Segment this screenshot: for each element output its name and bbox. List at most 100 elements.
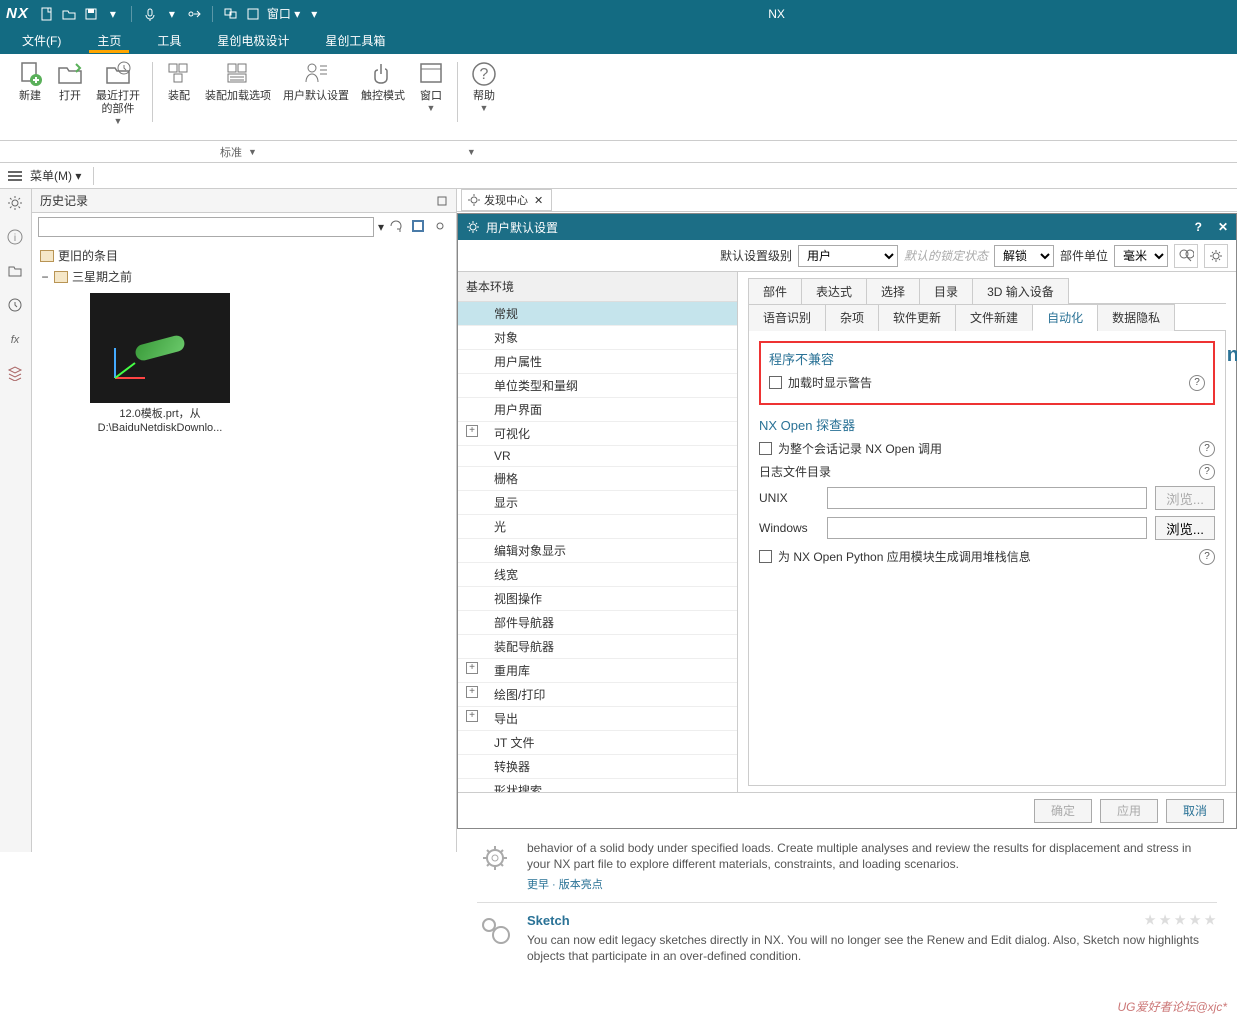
ribbon-assembly[interactable]: 装配 [159, 58, 199, 140]
tab[interactable]: 数据隐私 [1097, 304, 1175, 331]
rating-stars[interactable] [1143, 913, 1217, 932]
ok-button[interactable]: 确定 [1034, 799, 1092, 823]
tree-node[interactable]: 部件导航器 [458, 611, 737, 635]
overflow-icon[interactable]: ▾ [306, 6, 322, 22]
window-single-icon[interactable] [245, 6, 261, 22]
unit-select[interactable]: 毫米 [1114, 245, 1168, 267]
dropdown-icon[interactable]: ▼ [480, 103, 489, 113]
refresh-icon[interactable] [388, 218, 406, 236]
tree-node[interactable]: 转换器 [458, 755, 737, 779]
dropdown-icon[interactable]: ▼ [248, 147, 257, 157]
touch-icon[interactable] [186, 6, 202, 22]
function-icon[interactable]: fx [7, 331, 25, 349]
layers-icon[interactable] [7, 365, 25, 383]
tab[interactable]: 3D 输入设备 [972, 278, 1069, 304]
menu-home[interactable]: 主页 [89, 28, 129, 53]
level-select[interactable]: 用户 [798, 245, 898, 267]
dropdown-icon[interactable]: ▼ [427, 103, 436, 113]
info-icon[interactable]: ? [1189, 375, 1205, 391]
folder-icon[interactable] [7, 263, 25, 281]
menu-sc-electrode[interactable]: 星创电极设计 [209, 28, 297, 53]
tab[interactable]: 表达式 [801, 278, 867, 304]
ribbon-recent[interactable]: 最近打开 的部件 ▼ [90, 58, 146, 140]
window-menu[interactable]: 窗口 ▾ [267, 5, 300, 22]
ribbon-new[interactable]: 新建 [10, 58, 50, 140]
tree-item-older[interactable]: 更旧的条目 [40, 245, 448, 266]
unix-path-input[interactable] [827, 487, 1147, 509]
ribbon-user-defaults[interactable]: 用户默认设置 [277, 58, 355, 140]
menu-button[interactable]: 菜单(M) ▾ [26, 167, 85, 184]
search-button[interactable] [1174, 244, 1198, 268]
tree-node[interactable]: 光 [458, 515, 737, 539]
open-file-icon[interactable] [61, 6, 77, 22]
tree-node[interactable]: 导出 [458, 707, 737, 731]
settings-tree[interactable]: 基本环境 常规对象用户属性单位类型和量纲用户界面可视化VR栅格显示光编辑对象显示… [458, 272, 738, 792]
apply-button[interactable]: 应用 [1100, 799, 1158, 823]
tree-node[interactable]: 可视化 [458, 422, 737, 446]
tree-node[interactable]: 单位类型和量纲 [458, 374, 737, 398]
browse-button-windows[interactable]: 浏览... [1155, 516, 1215, 540]
tree-node[interactable]: 装配导航器 [458, 635, 737, 659]
history-icon[interactable] [7, 297, 25, 315]
ribbon-window[interactable]: 窗口 ▼ [411, 58, 451, 140]
tab[interactable]: 杂项 [825, 304, 879, 331]
tree-node[interactable]: 用户属性 [458, 350, 737, 374]
windows-path-input[interactable] [827, 517, 1147, 539]
mic-icon[interactable] [142, 6, 158, 22]
checkbox-record-session[interactable] [759, 442, 772, 455]
gear-icon[interactable] [7, 195, 25, 213]
tree-node[interactable]: 重用库 [458, 659, 737, 683]
info-icon[interactable]: ? [1199, 549, 1215, 565]
dropdown-icon[interactable]: ▾ [105, 6, 121, 22]
discovery-center-tab[interactable]: 发现中心 ✕ [461, 189, 552, 211]
ribbon-open[interactable]: 打开 [50, 58, 90, 140]
close-icon[interactable]: ✕ [1218, 220, 1228, 234]
tab[interactable]: 自动化 [1032, 304, 1098, 331]
tab[interactable]: 文件新建 [955, 304, 1033, 331]
tree-node[interactable]: 用户界面 [458, 398, 737, 422]
checkbox-show-warning[interactable] [769, 376, 782, 389]
history-thumbnail[interactable]: 12.0模板.prt，从 D:\BaiduNetdiskDownlo... [80, 293, 240, 435]
lock-select[interactable]: 解锁 [994, 245, 1054, 267]
tree-node[interactable]: JT 文件 [458, 731, 737, 755]
dropdown-icon[interactable]: ▾ [378, 220, 384, 234]
tree-node[interactable]: 常规 [458, 302, 737, 326]
gear-icon[interactable] [432, 218, 450, 236]
tab[interactable]: 软件更新 [878, 304, 956, 331]
ribbon-assembly-options[interactable]: 装配加载选项 [199, 58, 277, 140]
help-icon[interactable]: ? [1195, 220, 1202, 234]
tree-node[interactable]: 显示 [458, 491, 737, 515]
close-icon[interactable]: ✕ [532, 194, 545, 207]
tree-node[interactable]: 编辑对象显示 [458, 539, 737, 563]
save-icon[interactable] [83, 6, 99, 22]
new-file-icon[interactable] [39, 6, 55, 22]
view-icon[interactable] [410, 218, 428, 236]
tab[interactable]: 目录 [919, 278, 973, 304]
tree-item-three-weeks[interactable]: − 三星期之前 [40, 266, 448, 287]
menu-sc-toolbox[interactable]: 星创工具箱 [317, 28, 393, 53]
tree-node[interactable]: 视图操作 [458, 587, 737, 611]
card-more-link[interactable]: 更早 · 版本亮点 [527, 876, 1217, 892]
menu-file[interactable]: 文件(F) [14, 28, 69, 53]
tab[interactable]: 语音识别 [748, 304, 826, 331]
search-input[interactable] [38, 217, 374, 237]
pin-icon[interactable] [436, 195, 448, 207]
tree-node[interactable]: 对象 [458, 326, 737, 350]
tab[interactable]: 选择 [866, 278, 920, 304]
window-icon[interactable] [223, 6, 239, 22]
collapse-icon[interactable]: − [40, 270, 50, 284]
tree-node[interactable]: 形状搜索 [458, 779, 737, 792]
checkbox-python-stack[interactable] [759, 550, 772, 563]
info-icon[interactable]: i [7, 229, 25, 247]
dropdown-icon[interactable]: ▼ [467, 147, 476, 157]
tab[interactable]: 部件 [748, 278, 802, 304]
tree-node[interactable]: 线宽 [458, 563, 737, 587]
ribbon-touch-mode[interactable]: 触控模式 [355, 58, 411, 140]
info-icon[interactable]: ? [1199, 441, 1215, 457]
ribbon-help[interactable]: ? 帮助 ▼ [464, 58, 504, 140]
tree-node[interactable]: VR [458, 446, 737, 467]
cancel-button[interactable]: 取消 [1166, 799, 1224, 823]
tree-node[interactable]: 绘图/打印 [458, 683, 737, 707]
info-icon[interactable]: ? [1199, 464, 1215, 480]
tree-node[interactable]: 栅格 [458, 467, 737, 491]
